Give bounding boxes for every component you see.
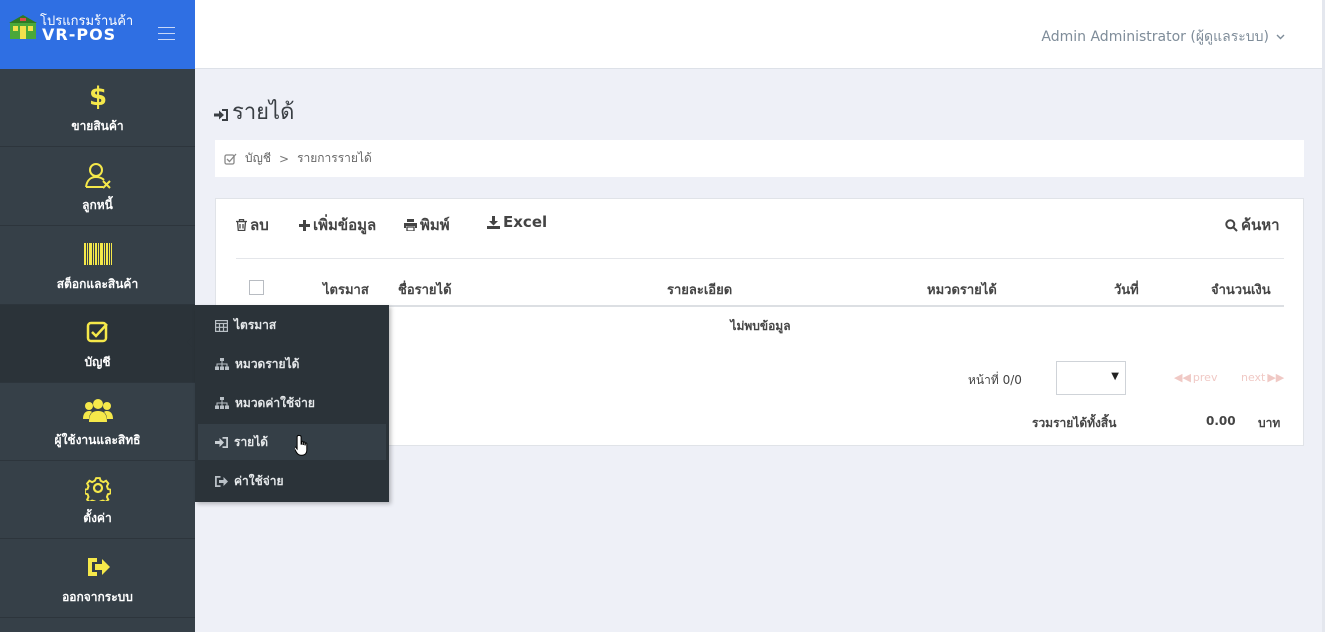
column-header-quarter[interactable]: ไตรมาส <box>323 279 369 300</box>
print-icon <box>404 219 417 231</box>
toolbar-divider <box>236 258 1284 259</box>
search-button[interactable]: ค้นหา <box>1225 213 1280 237</box>
check-square-icon <box>0 317 195 347</box>
sidebar-item-label: ขายสินค้า <box>71 119 124 133</box>
calendar-icon <box>215 319 228 332</box>
user-x-icon <box>0 160 195 190</box>
sidebar-item-sales[interactable]: $ ขายสินค้า <box>0 69 195 147</box>
accounting-submenu: ไตรมาส หมวดรายได้ หมวดค่าใช้จ่าย รายได้ … <box>195 305 389 502</box>
sidebar-item-label: บัญชี <box>84 355 111 369</box>
hand-cursor-icon <box>295 434 308 456</box>
search-icon <box>1225 218 1238 232</box>
submenu-pointer <box>187 334 195 350</box>
sign-out-icon <box>215 475 228 487</box>
column-header-detail[interactable]: รายละเอียด <box>667 279 732 300</box>
sidebar-item-accounting[interactable]: บัญชี <box>0 305 195 383</box>
delete-button-label: ลบ <box>250 216 269 234</box>
chevron-down-icon <box>1276 34 1285 40</box>
sidebar-item-label: สต็อกและสินค้า <box>56 277 139 291</box>
sidebar-item-label: ผู้ใช้งานและสิทธิ <box>54 433 141 447</box>
sign-in-icon <box>215 436 228 448</box>
brand-name: VR-POS <box>42 25 117 44</box>
delete-button[interactable]: ลบ <box>236 213 269 237</box>
column-header-income-category[interactable]: หมวดรายได้ <box>927 279 997 300</box>
dollar-icon: $ <box>0 81 195 111</box>
shop-logo-icon <box>9 15 37 39</box>
svg-text:$: $ <box>90 82 106 110</box>
sidebar-item-label: ลูกหนี้ <box>82 198 113 212</box>
column-header-income-name[interactable]: ชื่อรายได้ <box>398 279 452 300</box>
column-header-date[interactable]: วันที่ <box>1114 279 1139 300</box>
total-label: รวมรายได้ทั้งสิ้น <box>1032 416 1117 430</box>
search-button-label: ค้นหา <box>1241 216 1280 234</box>
double-left-icon: ◀◀ <box>1174 371 1191 384</box>
hamburger-icon[interactable] <box>158 27 175 41</box>
next-label: next <box>1240 371 1266 384</box>
sitemap-icon <box>215 358 229 370</box>
sidebar-item-label: ตั้งค่า <box>83 511 112 525</box>
prev-button[interactable]: ◀◀ prev <box>1174 371 1227 384</box>
submenu-item-label: หมวดค่าใช้จ่าย <box>235 395 315 410</box>
dropdown-arrow-icon: ▼ <box>1111 371 1119 382</box>
add-button[interactable]: เพิ่มข้อมูล <box>299 213 376 237</box>
user-menu[interactable]: Admin Administrator (ผู้ดูแลระบบ) <box>1041 26 1285 48</box>
sitemap-icon <box>215 397 229 409</box>
plus-icon <box>299 219 310 231</box>
barcode-icon <box>0 239 195 269</box>
total-value: 0.00 <box>1206 414 1236 428</box>
submenu-item-label: หมวดรายได้ <box>235 356 300 371</box>
sidebar-item-logout[interactable]: ออกจากระบบ <box>0 540 195 618</box>
page-select[interactable]: ▼ <box>1056 361 1126 395</box>
excel-button[interactable]: Excel <box>487 213 547 231</box>
users-icon <box>0 395 195 425</box>
pager: ◀◀ prev next ▶▶ <box>1174 371 1304 384</box>
print-button-label: พิมพ์ <box>420 216 450 234</box>
prev-label: prev <box>1192 371 1218 384</box>
page-indicator: หน้าที่ 0/0 <box>968 373 1022 387</box>
column-header-amount[interactable]: จำนวนเงิน <box>1211 279 1271 300</box>
submenu-item-label: ค่าใช้จ่าย <box>234 473 284 488</box>
brand-header: โปรแกรมร้านค้า VR-POS <box>0 0 195 69</box>
submenu-item-label: ไตรมาส <box>234 317 277 332</box>
sidebar-item-label: ออกจากระบบ <box>62 590 133 604</box>
submenu-item-expense-category[interactable]: หมวดค่าใช้จ่าย <box>198 385 386 421</box>
select-all-checkbox[interactable] <box>249 280 264 295</box>
breadcrumb-separator: > <box>279 151 290 166</box>
excel-button-label: Excel <box>503 213 548 231</box>
sign-out-icon <box>0 552 195 582</box>
page-title-text: รายได้ <box>232 100 295 125</box>
user-name: Admin Administrator (ผู้ดูแลระบบ) <box>1041 29 1269 45</box>
sidebar-item-stock[interactable]: สต็อกและสินค้า <box>0 227 195 305</box>
check-square-icon <box>224 153 237 165</box>
submenu-item-expense[interactable]: ค่าใช้จ่าย <box>198 463 386 499</box>
print-button[interactable]: พิมพ์ <box>404 213 450 237</box>
table-header-divider <box>236 305 1284 307</box>
download-icon <box>487 215 500 229</box>
breadcrumb-root[interactable]: บัญชี <box>245 149 271 168</box>
sidebar-item-debtors[interactable]: ลูกหนี้ <box>0 148 195 226</box>
sidebar-item-settings[interactable]: ตั้งค่า <box>0 461 195 539</box>
add-button-label: เพิ่มข้อมูล <box>313 216 377 234</box>
breadcrumb-current: รายการรายได้ <box>297 151 372 165</box>
breadcrumb: บัญชี > รายการรายได้ <box>215 140 1304 177</box>
trash-icon <box>236 219 247 231</box>
sign-in-icon <box>214 108 228 121</box>
top-bar: Admin Administrator (ผู้ดูแลระบบ) <box>195 0 1325 69</box>
gear-icon <box>0 473 195 503</box>
sidebar-item-users[interactable]: ผู้ใช้งานและสิทธิ <box>0 383 195 461</box>
submenu-item-income-category[interactable]: หมวดรายได้ <box>198 346 386 382</box>
submenu-item-label: รายได้ <box>234 434 269 449</box>
sidebar: โปรแกรมร้านค้า VR-POS $ ขายสินค้า ลูกหนี… <box>0 0 195 632</box>
submenu-item-income[interactable]: รายได้ <box>198 424 386 460</box>
page-title: รายได้ <box>214 94 294 129</box>
double-right-icon: ▶▶ <box>1267 371 1285 384</box>
total-unit: บาท <box>1258 416 1281 430</box>
next-button[interactable]: next ▶▶ <box>1241 371 1294 384</box>
submenu-item-quarter[interactable]: ไตรมาส <box>198 307 386 343</box>
